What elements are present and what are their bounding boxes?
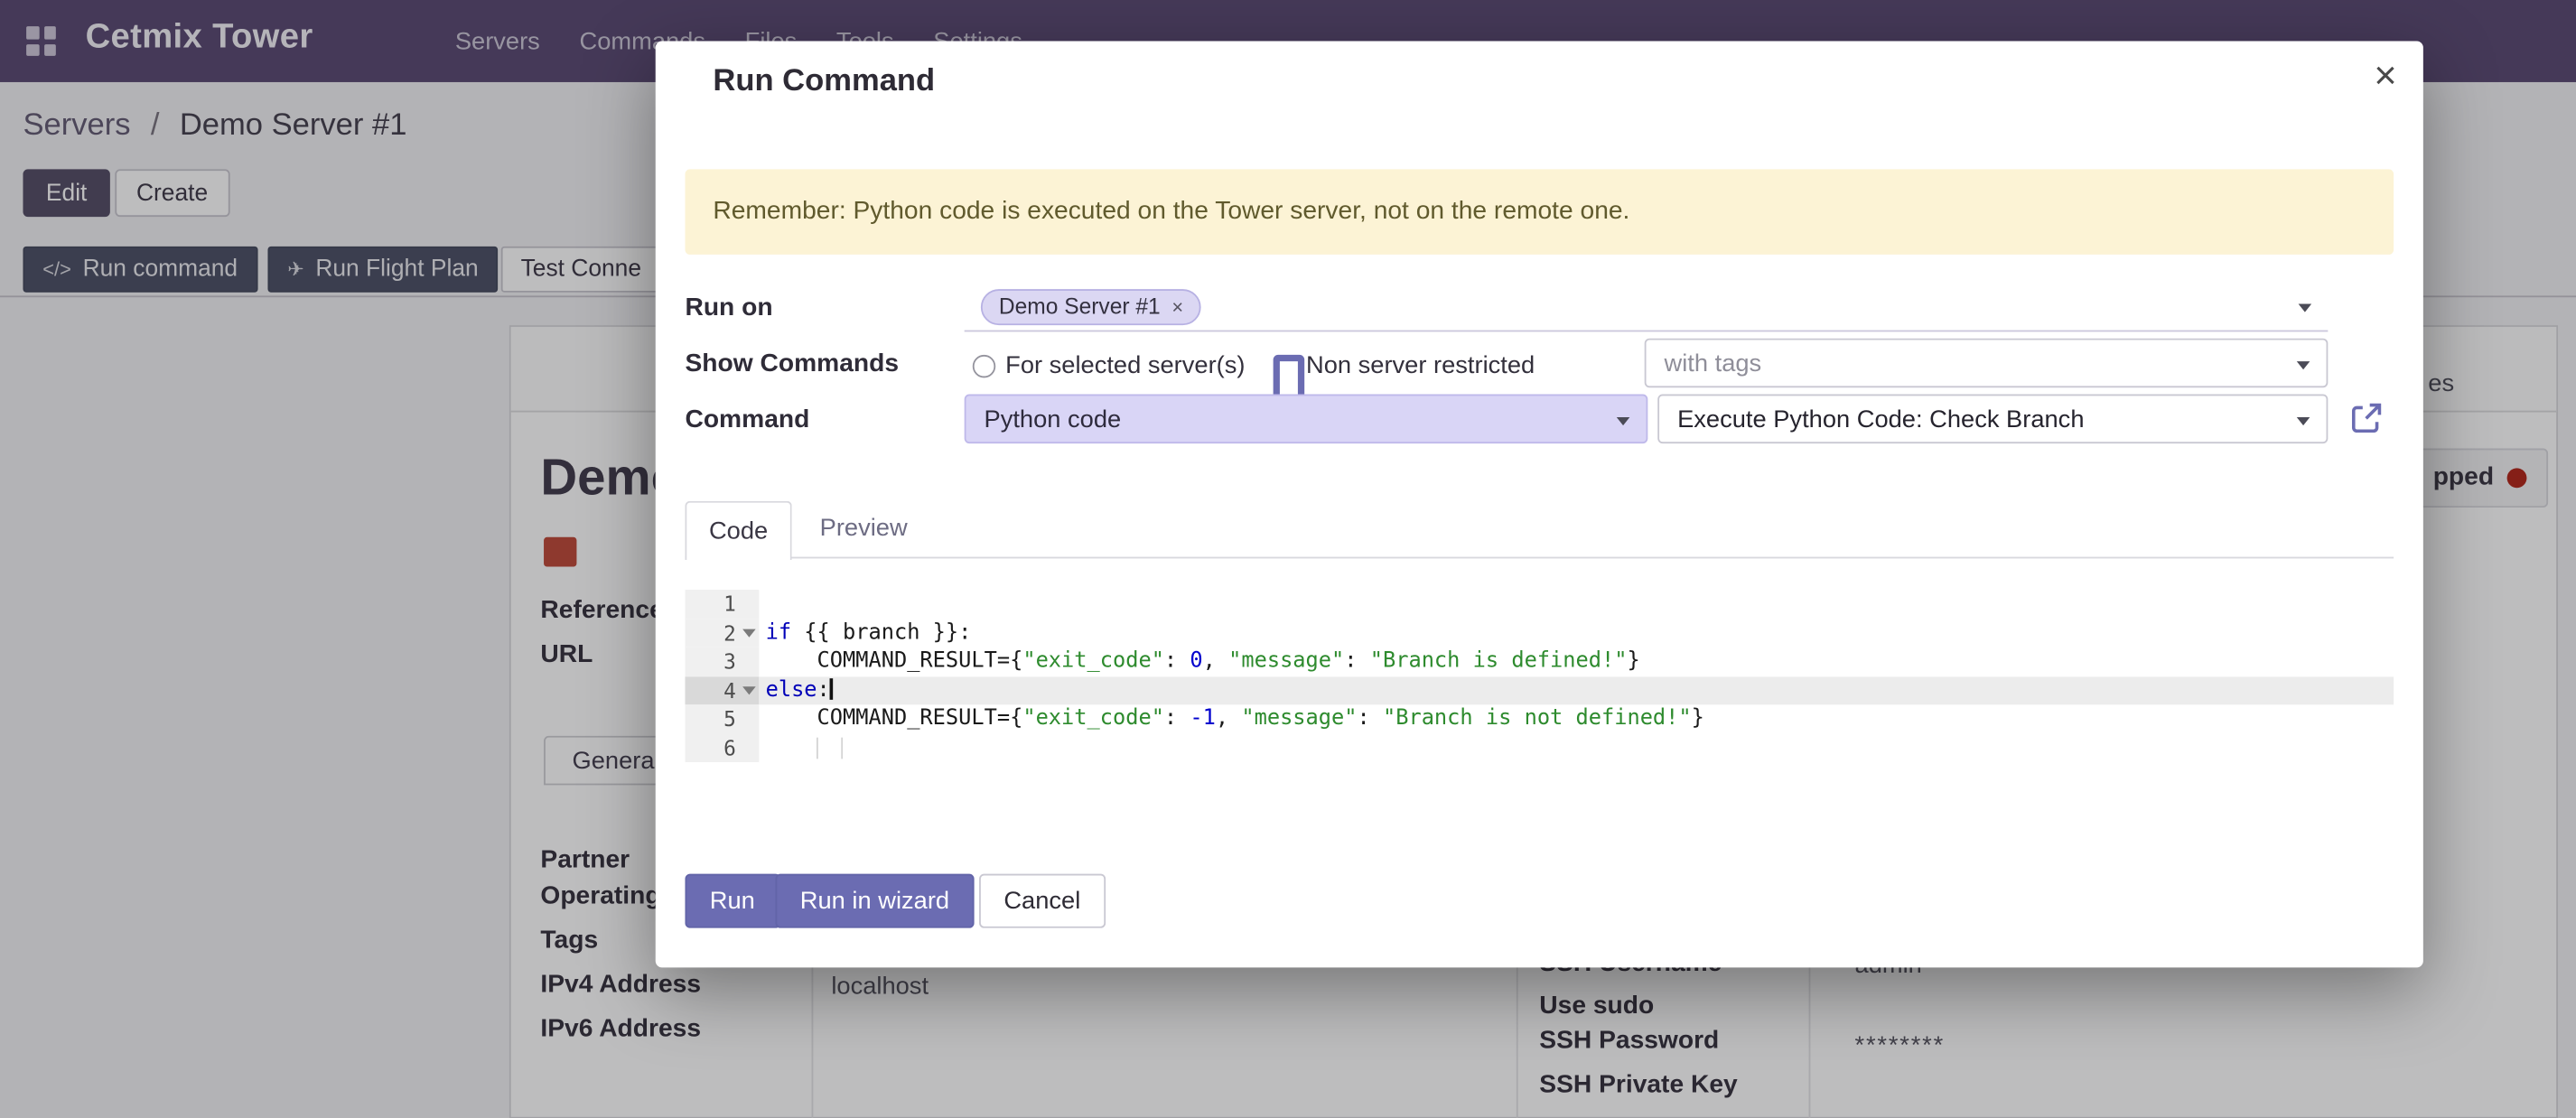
fold-arrow-icon[interactable] [742, 685, 756, 694]
command-select-value: Execute Python Code: Check Branch [1677, 405, 2084, 433]
command-label: Command [685, 405, 809, 435]
remove-tag-icon[interactable]: × [1171, 294, 1183, 317]
code-line[interactable]: 2if {{ branch }}: [685, 619, 2394, 648]
command-type-select[interactable]: Python code [965, 395, 1648, 444]
line-number: 6 [685, 733, 759, 762]
run-on-field[interactable]: Demo Server #1 × [965, 284, 2329, 332]
run-button[interactable]: Run [685, 874, 779, 928]
close-icon[interactable]: × [2374, 54, 2396, 100]
modal-title: Run Command [713, 64, 935, 100]
server-tag-label: Demo Server #1 [999, 294, 1161, 319]
code-line-text[interactable]: COMMAND_RESULT={"exit_code": -1, "messag… [759, 704, 2394, 733]
code-line[interactable]: 6 [685, 733, 2394, 762]
line-number: 4 [685, 675, 759, 704]
chevron-down-icon [2297, 361, 2310, 369]
with-tags-select[interactable]: with tags [1645, 339, 2329, 388]
code-line[interactable]: 1 [685, 590, 2394, 619]
code-line[interactable]: 4else: [685, 675, 2394, 704]
code-line-text[interactable]: COMMAND_RESULT={"exit_code": 0, "message… [759, 648, 2394, 676]
line-number: 3 [685, 648, 759, 676]
cancel-button[interactable]: Cancel [979, 874, 1106, 928]
tab-code[interactable]: Code [685, 501, 791, 560]
code-line-text[interactable]: else: [759, 675, 2394, 704]
indent-guide [817, 737, 818, 759]
line-number: 2 [685, 619, 759, 648]
code-line-text[interactable]: if {{ branch }}: [759, 619, 2394, 648]
external-link-icon[interactable] [2349, 401, 2384, 435]
tab-code-label: Code [709, 517, 768, 545]
code-line[interactable]: 5 COMMAND_RESULT={"exit_code": -1, "mess… [685, 704, 2394, 733]
radio-for-selected-servers[interactable] [973, 355, 995, 377]
chevron-down-icon[interactable] [2299, 303, 2312, 312]
screen: Cetmix Tower Servers Commands Files Tool… [0, 0, 2576, 1118]
text-cursor [830, 677, 834, 699]
line-number: 1 [685, 590, 759, 619]
tab-preview[interactable]: Preview [820, 514, 908, 542]
run-command-modal: Run Command × Remember: Python code is e… [656, 41, 2423, 967]
warning-alert: Remember: Python code is executed on the… [685, 169, 2394, 255]
show-commands-label: Show Commands [685, 349, 899, 379]
indent-guide [841, 737, 843, 759]
code-editor[interactable]: 12if {{ branch }}:3 COMMAND_RESULT={"exi… [685, 590, 2394, 764]
chevron-down-icon [2297, 417, 2310, 425]
radio-for-selected-servers-label[interactable]: For selected server(s) [1005, 351, 1245, 379]
code-line-text[interactable] [759, 733, 2394, 762]
radio-non-server-restricted-label[interactable]: Non server restricted [1306, 351, 1535, 379]
code-line-text[interactable] [759, 590, 2394, 619]
code-line[interactable]: 3 COMMAND_RESULT={"exit_code": 0, "messa… [685, 648, 2394, 676]
line-number: 5 [685, 704, 759, 733]
warning-alert-text: Remember: Python code is executed on the… [713, 197, 1629, 227]
notebook-divider [685, 557, 2394, 559]
command-type-value: Python code [985, 405, 1122, 433]
fold-arrow-icon[interactable] [742, 629, 756, 637]
command-select[interactable]: Execute Python Code: Check Branch [1657, 395, 2328, 444]
server-tag[interactable]: Demo Server #1 × [981, 289, 1201, 325]
run-on-label: Run on [685, 294, 772, 324]
chevron-down-icon [1617, 417, 1630, 425]
run-in-wizard-button[interactable]: Run in wizard [776, 874, 975, 928]
with-tags-placeholder: with tags [1665, 349, 1762, 377]
